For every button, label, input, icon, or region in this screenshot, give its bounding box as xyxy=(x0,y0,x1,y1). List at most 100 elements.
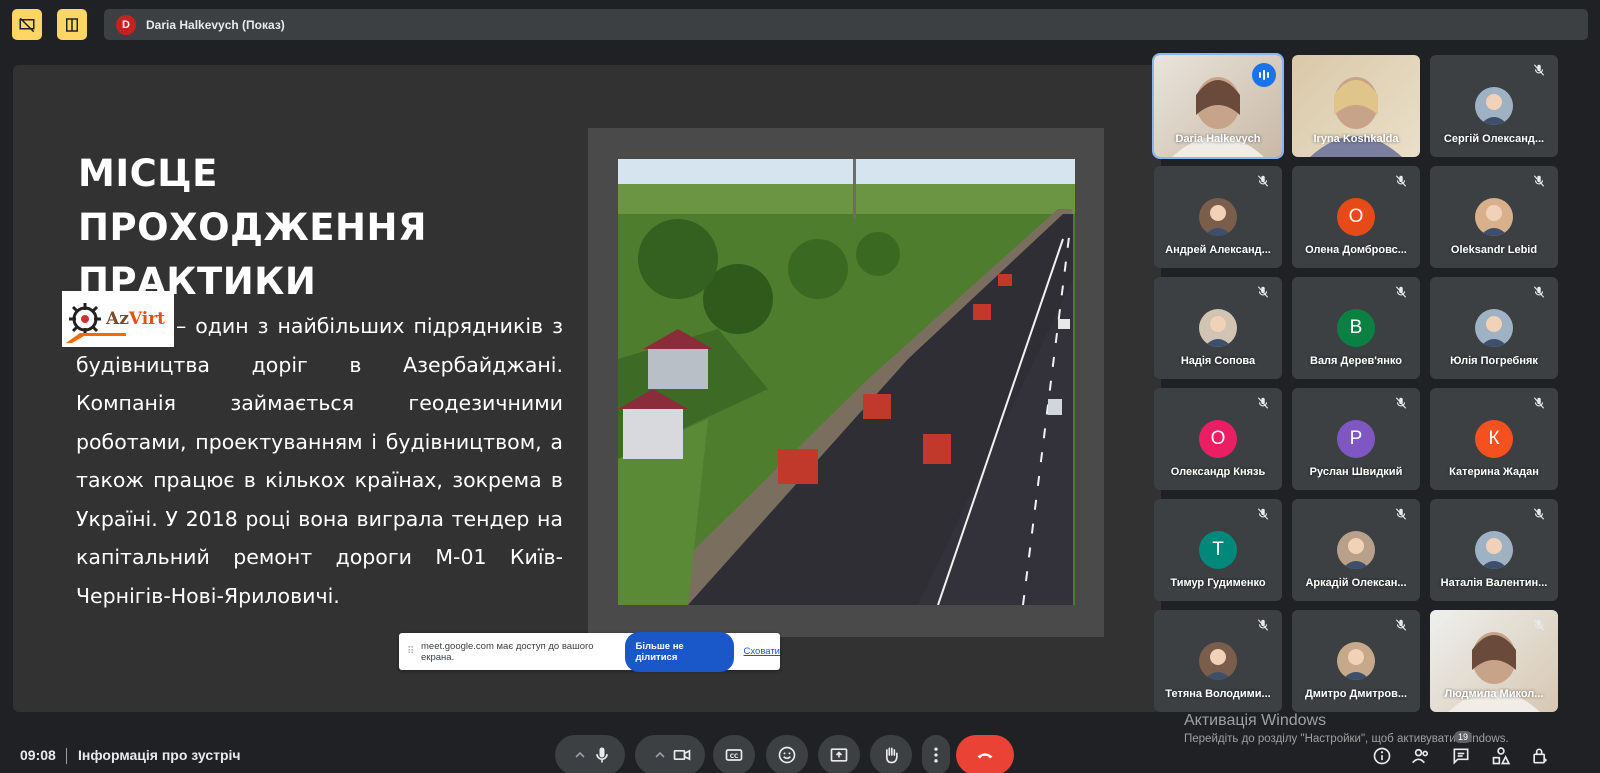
participant-tile[interactable]: В Валя Дерев'янко xyxy=(1292,277,1420,379)
azvirt-logo-icon xyxy=(69,303,101,335)
meeting-details-button[interactable] xyxy=(1371,745,1393,767)
participant-tile[interactable]: Тетяна Володими... xyxy=(1154,610,1282,712)
stop-sharing-button[interactable]: Більше не ділитися xyxy=(624,631,734,672)
participant-name: Надія Сопова xyxy=(1180,355,1256,367)
participant-tile[interactable]: Юлія Погребняк xyxy=(1430,277,1558,379)
participant-avatar: Т xyxy=(1199,531,1237,569)
hand-icon xyxy=(886,747,898,764)
participant-name: Олександр Князь xyxy=(1170,466,1266,478)
reactions-button[interactable] xyxy=(766,735,808,773)
participant-avatar: В xyxy=(1337,309,1375,347)
participant-tile[interactable]: Daria Halkevych xyxy=(1152,53,1284,159)
raise-hand-button[interactable] xyxy=(870,735,912,773)
screen-share-notice: ⠿ meet.google.com має доступ до вашого е… xyxy=(399,631,780,672)
mic-off-icon xyxy=(1532,174,1548,190)
meeting-info-button[interactable]: Інформація про зустріч xyxy=(78,747,241,763)
participant-avatar xyxy=(1337,642,1375,680)
drag-handle-icon[interactable]: ⠿ xyxy=(407,646,414,657)
windows-activation-watermark: Активація Windows Перейдіть до розділу "… xyxy=(1184,712,1600,745)
participant-tile[interactable]: Андрей Александ... xyxy=(1154,166,1282,268)
participant-tile[interactable]: Наталія Валентин... xyxy=(1430,499,1558,601)
mic-off-icon xyxy=(1532,507,1548,523)
participant-avatar xyxy=(1337,531,1375,569)
closed-captions-icon: CC xyxy=(725,749,743,761)
mic-off-icon xyxy=(1532,618,1548,634)
captions-button[interactable]: CC xyxy=(713,735,755,773)
participant-tile[interactable]: Т Тимур Гудименко xyxy=(1154,499,1282,601)
participant-tile[interactable]: Аркадій Олексан... xyxy=(1292,499,1420,601)
participant-name: Тетяна Володими... xyxy=(1165,688,1271,700)
info-icon xyxy=(1373,747,1391,765)
watermark-title: Активація Windows xyxy=(1184,712,1327,729)
screen-share-off-icon xyxy=(19,17,35,32)
participant-tile[interactable]: О Олена Домбровс... xyxy=(1292,166,1420,268)
participant-avatar xyxy=(1199,642,1237,680)
present-screen-button[interactable] xyxy=(818,735,860,773)
participant-avatar: К xyxy=(1475,420,1513,458)
hide-presentation-button[interactable] xyxy=(12,9,42,40)
participant-tile[interactable]: О Олександр Князь xyxy=(1154,388,1282,490)
chevron-up-icon[interactable] xyxy=(648,749,672,761)
participant-name: Андрей Александ... xyxy=(1165,244,1271,256)
azvirt-logo: AzVirt xyxy=(62,291,174,347)
participant-name: Daria Halkevych xyxy=(1175,133,1261,145)
mic-off-icon xyxy=(1256,618,1272,634)
participant-name: Сергій Олександ... xyxy=(1443,133,1545,145)
watermark-subtitle: Перейдіть до розділу "Настройки", щоб ак… xyxy=(1184,733,1509,745)
participant-tile[interactable]: Р Руслан Швидкий xyxy=(1292,388,1420,490)
leave-call-button[interactable] xyxy=(956,735,1014,773)
mic-off-icon xyxy=(1256,174,1272,190)
participant-tile[interactable]: Oleksandr Lebid xyxy=(1430,166,1558,268)
divider xyxy=(66,748,67,764)
participant-name: Руслан Швидкий xyxy=(1309,466,1403,478)
camera-control[interactable] xyxy=(635,735,705,773)
microphone-control[interactable] xyxy=(555,735,625,773)
mic-off-icon xyxy=(1256,507,1272,523)
participant-name: Iryna Koshkalda xyxy=(1313,133,1399,145)
participant-tile[interactable]: Iryna Koshkalda xyxy=(1292,55,1420,157)
participant-tile[interactable]: Сергій Олександ... xyxy=(1430,55,1558,157)
layout-button[interactable] xyxy=(57,9,87,40)
slide-title: МІСЦЕ ПРОХОДЖЕННЯ ПРАКТИКИ xyxy=(78,152,427,303)
road-construction-photo xyxy=(618,159,1075,605)
mic-off-icon xyxy=(1532,63,1548,79)
participant-avatar xyxy=(1199,198,1237,236)
participant-avatar: О xyxy=(1337,198,1375,236)
speaking-indicator-icon xyxy=(1252,63,1276,87)
participant-avatar xyxy=(1475,309,1513,347)
people-button[interactable] xyxy=(1410,745,1432,767)
presentation-stage: МІСЦЕ ПРОХОДЖЕННЯ ПРАКТИКИ – один з найб… xyxy=(13,65,1161,712)
participant-name: Валя Дерев'янко xyxy=(1310,355,1402,367)
host-controls-button[interactable] xyxy=(1529,745,1551,767)
mic-off-icon xyxy=(1394,507,1410,523)
microphone-icon[interactable] xyxy=(592,745,612,765)
mic-off-icon xyxy=(1394,174,1410,190)
layout-icon xyxy=(66,17,78,32)
participant-name: Дмитро Дмитров... xyxy=(1304,688,1408,700)
logo-stripe-icon xyxy=(66,333,126,343)
emoji-icon xyxy=(778,746,796,764)
activities-button[interactable] xyxy=(1490,745,1512,767)
shapes-icon xyxy=(1492,747,1511,765)
chat-icon xyxy=(1453,748,1469,765)
participant-avatar xyxy=(1199,309,1237,347)
mic-off-icon xyxy=(1394,396,1410,412)
people-icon xyxy=(1412,748,1429,764)
participant-tile[interactable]: Надія Сопова xyxy=(1154,277,1282,379)
mic-off-icon xyxy=(1532,396,1548,412)
mic-off-icon xyxy=(1256,285,1272,301)
chat-button[interactable] xyxy=(1450,745,1472,767)
participant-name: Людмила Микол... xyxy=(1444,688,1544,700)
mic-off-icon xyxy=(1394,285,1410,301)
chevron-up-icon[interactable] xyxy=(568,749,592,761)
participant-tile[interactable]: Людмила Микол... xyxy=(1430,610,1558,712)
participant-name: Наталія Валентин... xyxy=(1440,577,1548,589)
presenter-avatar: D xyxy=(116,14,136,35)
more-options-button[interactable] xyxy=(922,735,950,773)
hide-notice-link[interactable]: Сховати xyxy=(744,646,780,657)
camera-icon[interactable] xyxy=(672,745,692,765)
participant-name: Аркадій Олексан... xyxy=(1305,577,1407,589)
participant-tile[interactable]: К Катерина Жадан xyxy=(1430,388,1558,490)
participant-avatar xyxy=(1475,198,1513,236)
participant-tile[interactable]: Дмитро Дмитров... xyxy=(1292,610,1420,712)
